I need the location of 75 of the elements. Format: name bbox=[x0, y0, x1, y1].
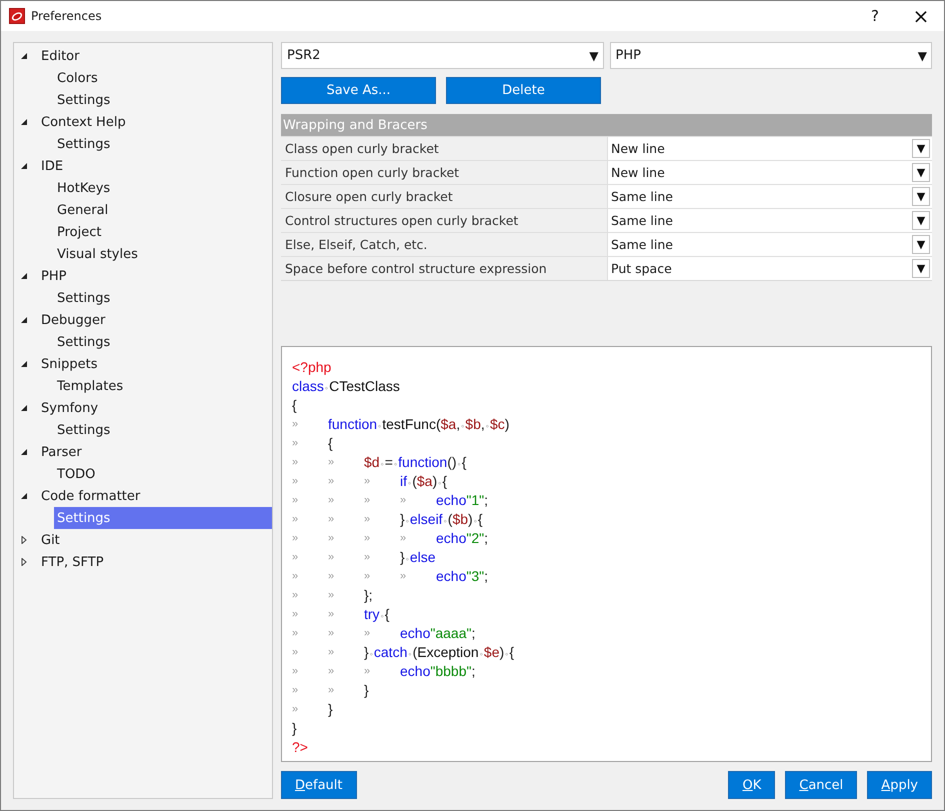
tree-item[interactable]: Settings bbox=[14, 287, 272, 309]
tree-item[interactable]: Snippets bbox=[14, 353, 272, 375]
expanded-triangle-icon[interactable] bbox=[20, 272, 28, 280]
tree-item[interactable]: General bbox=[14, 199, 272, 221]
code-line: » » }◦catch◦(Exception◦$e)◦{ bbox=[292, 643, 516, 662]
tree-item[interactable]: Settings bbox=[14, 331, 272, 353]
dialog-button[interactable]: Apply bbox=[867, 771, 932, 799]
code-line: » » » » echo"3"; bbox=[292, 567, 489, 586]
expanded-triangle-icon[interactable] bbox=[20, 492, 28, 500]
tree-item[interactable]: Debugger bbox=[14, 309, 272, 331]
tree-item[interactable]: Symfony bbox=[14, 397, 272, 419]
code-line: } bbox=[292, 719, 298, 738]
tree-item[interactable]: Visual styles bbox=[14, 243, 272, 265]
tree-item[interactable]: TODO bbox=[14, 463, 272, 485]
tree-item[interactable]: Colors bbox=[14, 67, 272, 89]
profile-dropdown[interactable]: PSR2 ▼ bbox=[281, 42, 604, 69]
tree-item[interactable]: Templates bbox=[14, 375, 272, 397]
app-logo-icon bbox=[9, 8, 25, 24]
tree-item[interactable]: Context Help bbox=[14, 111, 272, 133]
tree-item[interactable]: Code formatter bbox=[14, 485, 272, 507]
code-line: » » » » echo"1"; bbox=[292, 491, 489, 510]
code-line: » » } bbox=[292, 681, 370, 700]
option-dropdown[interactable]: Same line ▼ bbox=[608, 233, 932, 256]
code-line: » function◦testFunc($a,◦$b,◦$c) bbox=[292, 415, 510, 434]
tree-item[interactable]: Settings bbox=[14, 419, 272, 441]
tree-item[interactable]: Settings bbox=[14, 89, 272, 111]
collapsed-triangle-icon[interactable] bbox=[20, 558, 28, 566]
tree-item[interactable]: HotKeys bbox=[14, 177, 272, 199]
option-dropdown[interactable]: Same line ▼ bbox=[608, 209, 932, 232]
expanded-triangle-icon[interactable] bbox=[20, 162, 28, 170]
tree-item[interactable]: Settings bbox=[14, 133, 272, 155]
code-line: <?php bbox=[292, 358, 332, 377]
tree-item[interactable]: Project bbox=[14, 221, 272, 243]
default-button[interactable]: Default bbox=[281, 771, 357, 799]
option-dropdown[interactable]: Same line ▼ bbox=[608, 185, 932, 208]
dialog-button[interactable]: OK bbox=[728, 771, 776, 799]
expanded-triangle-icon[interactable] bbox=[20, 448, 28, 456]
expanded-triangle-icon[interactable] bbox=[20, 316, 28, 324]
code-line: » » » }◦else bbox=[292, 548, 437, 567]
code-line: ?> bbox=[292, 738, 309, 757]
code-line: class◦CTestClass bbox=[292, 377, 401, 396]
expanded-triangle-icon[interactable] bbox=[20, 404, 28, 412]
expanded-triangle-icon[interactable] bbox=[20, 118, 28, 126]
tree-item[interactable]: IDE bbox=[14, 155, 272, 177]
close-button[interactable]: × bbox=[898, 1, 944, 31]
dialog-button[interactable]: Cancel bbox=[785, 771, 858, 799]
code-line: » » » if◦($a)◦{ bbox=[292, 472, 448, 491]
tree-item[interactable]: FTP, SFTP bbox=[14, 551, 272, 573]
option-dropdown[interactable]: New line ▼ bbox=[608, 137, 932, 160]
code-line: » » » }◦elseif◦($b)◦{ bbox=[292, 510, 484, 529]
code-line: » » » » echo"2"; bbox=[292, 529, 489, 548]
expanded-triangle-icon[interactable] bbox=[20, 52, 28, 60]
code-line: » » try◦{ bbox=[292, 605, 390, 624]
code-line: » » $d◦=◦function()◦{ bbox=[292, 453, 468, 472]
section-header: Wrapping and Bracers bbox=[281, 114, 932, 136]
language-dropdown[interactable]: PHP ▼ bbox=[610, 42, 932, 69]
action-button[interactable]: Save As... bbox=[281, 77, 436, 104]
code-line: » { bbox=[292, 434, 334, 453]
option-dropdown[interactable]: Put space ▼ bbox=[608, 257, 932, 280]
code-line: » » » echo"bbbb"; bbox=[292, 662, 476, 681]
code-line: » » » echo"aaaa"; bbox=[292, 624, 476, 643]
tree-item[interactable]: Parser bbox=[14, 441, 272, 463]
tree-item[interactable]: PHP bbox=[14, 265, 272, 287]
code-line: » } bbox=[292, 700, 334, 719]
tree-item[interactable]: Settings bbox=[54, 507, 272, 529]
code-line: » » }; bbox=[292, 586, 374, 605]
option-dropdown[interactable]: New line ▼ bbox=[608, 161, 932, 184]
collapsed-triangle-icon[interactable] bbox=[20, 536, 28, 544]
action-button[interactable]: Delete bbox=[446, 77, 601, 104]
tree-item[interactable]: Git bbox=[14, 529, 272, 551]
help-button[interactable]: ? bbox=[852, 1, 898, 31]
tree-item[interactable]: Editor bbox=[14, 45, 272, 67]
window-title: Preferences bbox=[31, 9, 102, 23]
expanded-triangle-icon[interactable] bbox=[20, 360, 28, 368]
code-line: { bbox=[292, 396, 298, 415]
